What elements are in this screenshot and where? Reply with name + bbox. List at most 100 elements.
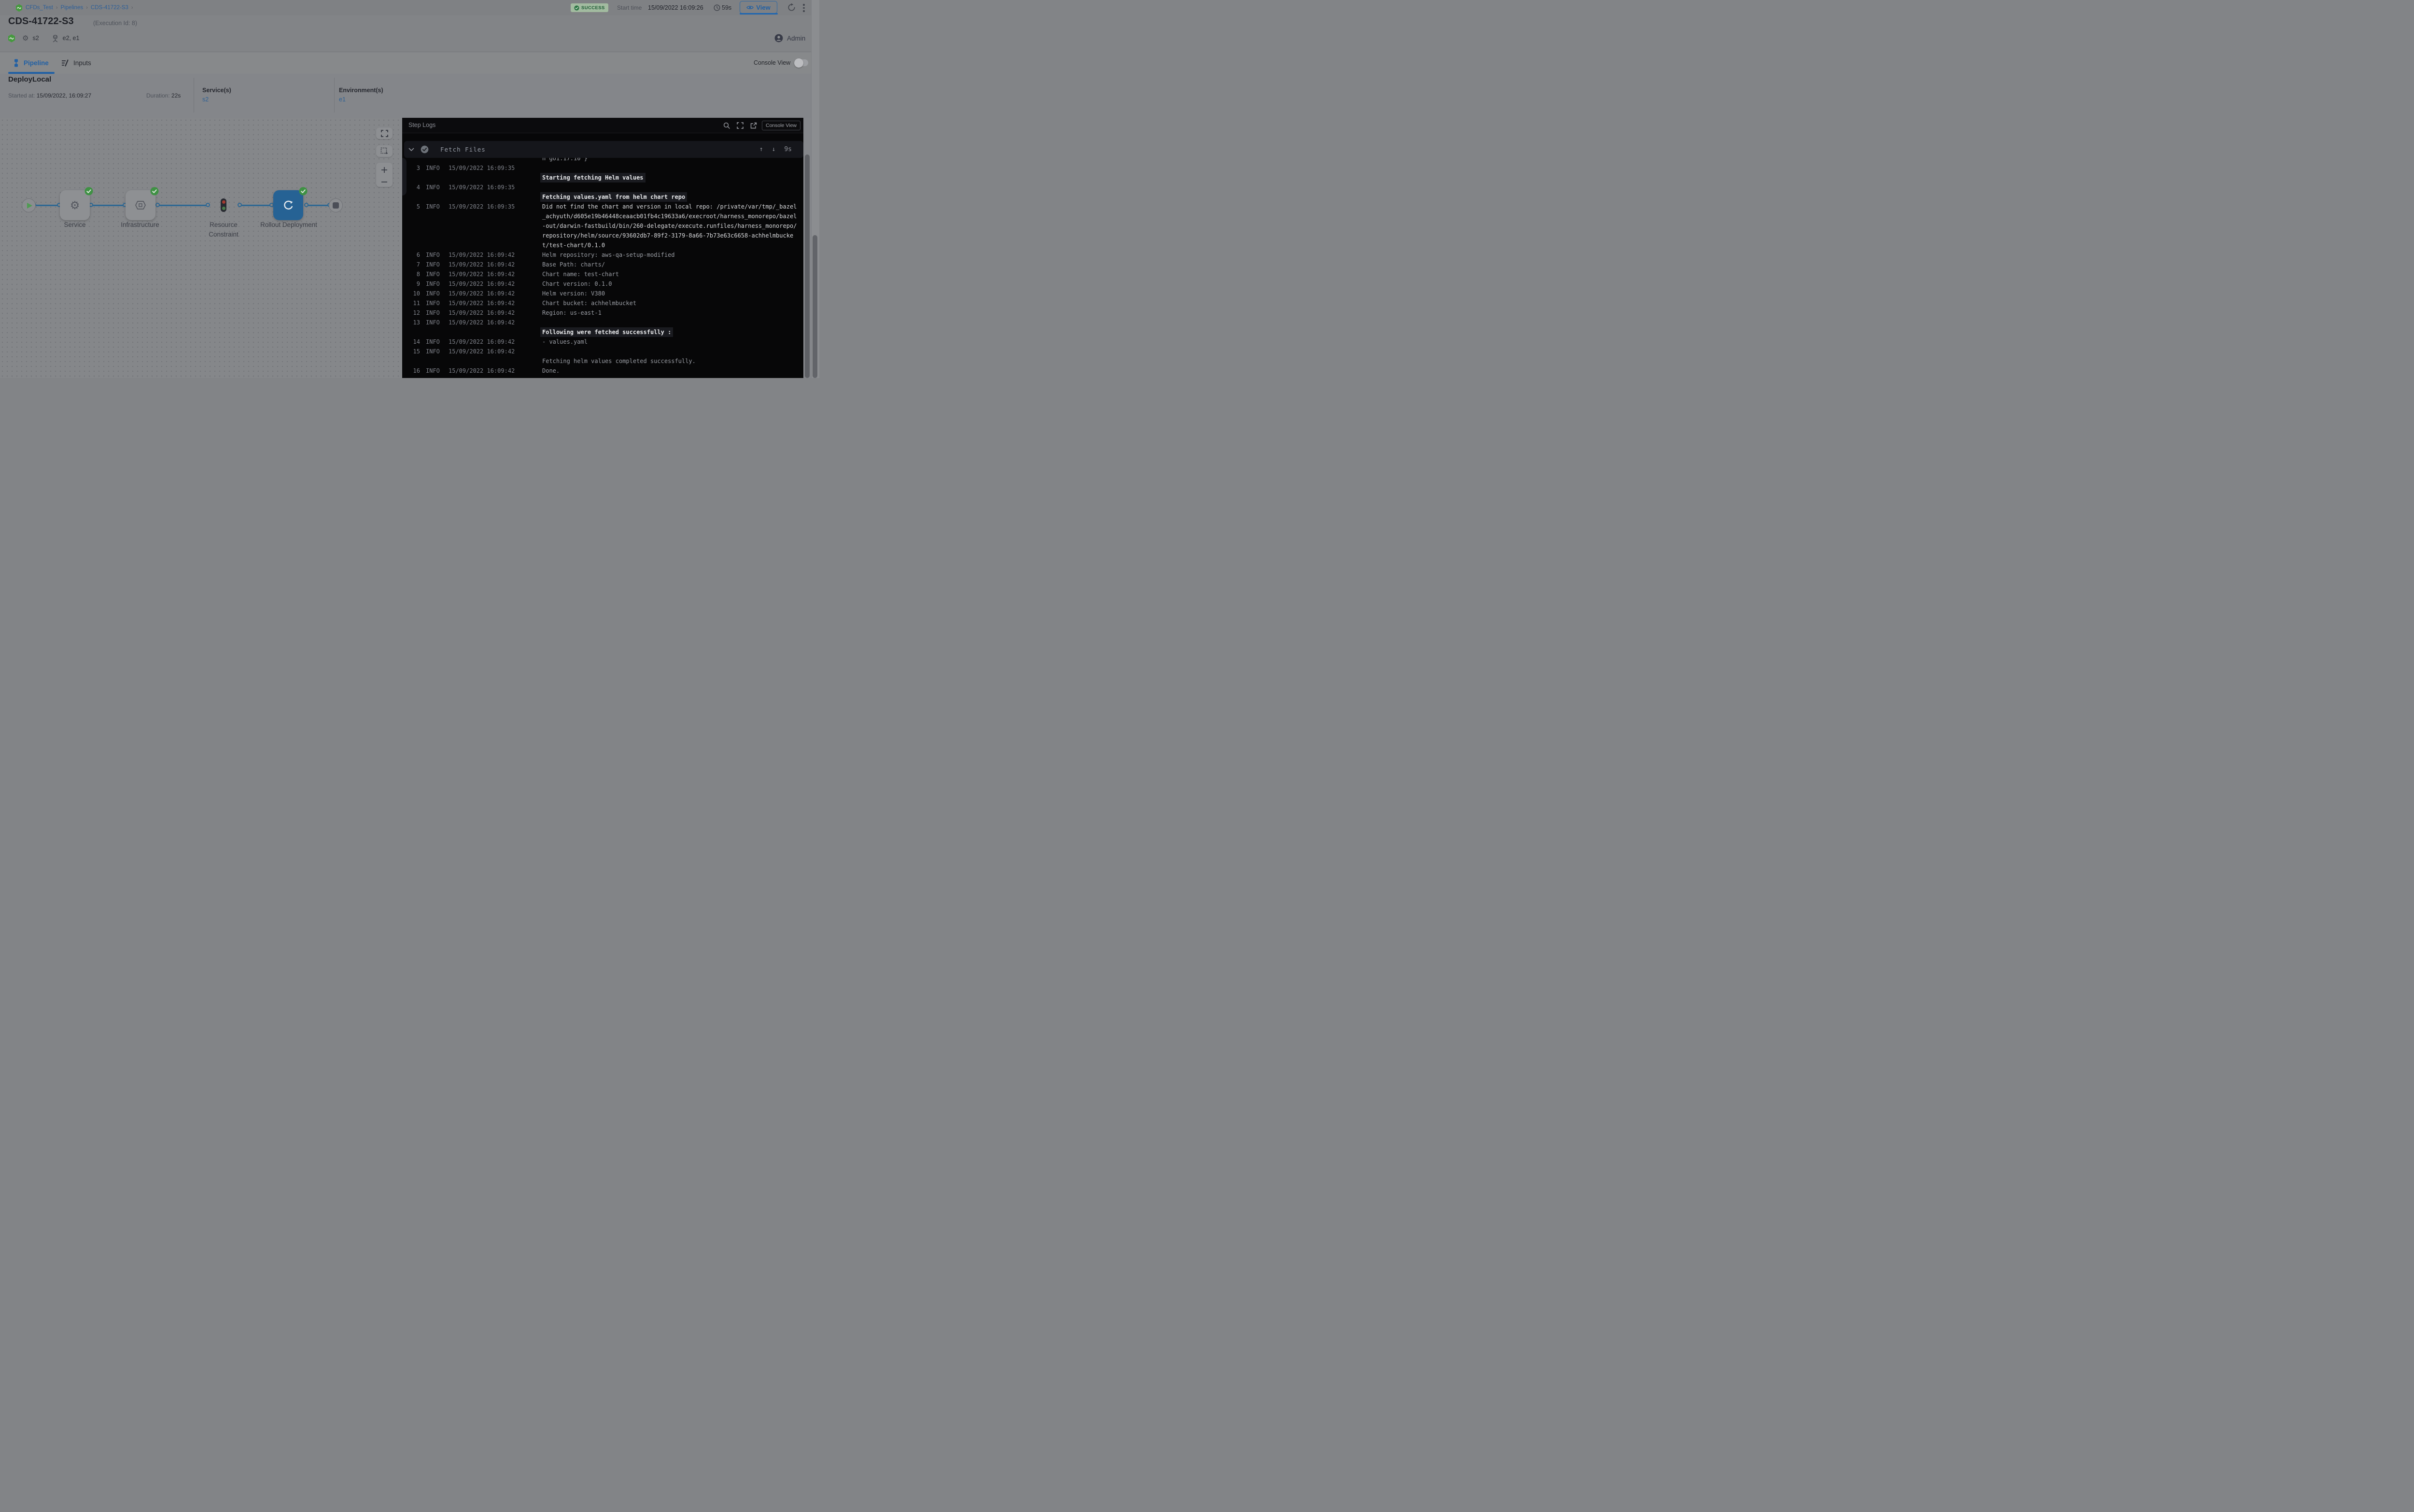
gear-icon: ⚙ [70, 200, 80, 211]
elapsed-time: 59s [722, 4, 731, 11]
log-line: Following were fetched successfully : [402, 327, 803, 337]
scroll-to-bottom-icon[interactable]: ↓ [772, 146, 776, 153]
play-icon [27, 203, 32, 209]
log-rows: n go1.17.10 }3INFO15/09/2022 16:09:35Sta… [402, 154, 803, 376]
environments-label: Environment(s) [339, 87, 383, 94]
breadcrumb-separator: › [56, 5, 58, 11]
services-label: Service(s) [202, 87, 231, 94]
edge-port [304, 203, 309, 207]
log-line: 16INFO15/09/2022 16:09:42Done. [402, 366, 803, 376]
success-check-icon [150, 187, 159, 196]
edge [306, 205, 329, 206]
zoom-in-icon[interactable] [380, 166, 388, 174]
end-node[interactable] [329, 198, 343, 212]
breadcrumb-project[interactable]: CFDs_Test [26, 5, 53, 11]
log-line: 15INFO15/09/2022 16:09:42 [402, 347, 803, 356]
edge-port [155, 203, 160, 207]
avatar [774, 34, 783, 42]
clock-icon [714, 4, 720, 11]
infrastructure-icon [133, 198, 148, 212]
step-log-group-header[interactable]: Fetch Files ↑ ↓ 9s [404, 141, 803, 158]
console-view-toggle[interactable] [795, 59, 808, 66]
log-scrollbar-thumb[interactable] [805, 154, 810, 378]
canvas-fullscreen-button[interactable] [376, 127, 393, 139]
started-at: Started at: 15/09/2022, 16:09:27 [8, 92, 91, 99]
edge [157, 205, 208, 206]
services-value[interactable]: s2 [202, 96, 209, 103]
kebab-menu-icon[interactable] [803, 4, 805, 14]
stop-icon [333, 202, 339, 209]
log-line: Fetching values.yaml from helm chart rep… [402, 192, 803, 202]
user-menu[interactable]: Admin [774, 33, 805, 43]
service-gear-icon: ⚙ [22, 35, 28, 42]
node-label-resource-constraint: Resource Constraint [197, 220, 250, 239]
search-icon[interactable] [723, 122, 730, 129]
log-line: t/test-chart/0.1.0 [402, 240, 803, 250]
scroll-to-top-icon[interactable]: ↑ [759, 146, 763, 153]
breadcrumb-pipeline-name[interactable]: CDS-41722-S3 [91, 5, 128, 11]
open-in-new-icon[interactable] [750, 122, 757, 129]
console-view-control: Console View [754, 52, 808, 73]
stage-name[interactable]: DeployLocal [8, 75, 51, 84]
pipeline-canvas[interactable]: ⚙ Service Infrastructure Resource Constr… [0, 118, 402, 378]
edge [239, 205, 271, 206]
tab-pipeline[interactable]: Pipeline [13, 52, 49, 74]
chevron-down-icon[interactable] [408, 148, 414, 152]
node-label-rollout-deployment: Rollout Deployment [260, 220, 318, 230]
inputs-icon [61, 59, 69, 67]
start-node[interactable] [22, 198, 36, 212]
environment-icon [52, 34, 59, 42]
log-line: -out/darwin-fastbuild/bin/260-delegate/e… [402, 221, 803, 231]
breadcrumb-separator: › [86, 5, 88, 11]
expand-icon[interactable] [737, 122, 744, 129]
breadcrumb-separator: › [131, 5, 133, 11]
console-view-button[interactable]: Console View [762, 121, 800, 130]
log-line: 12INFO15/09/2022 16:09:42Region: us-east… [402, 308, 803, 318]
refresh-icon[interactable] [787, 3, 796, 12]
breadcrumb: CFDs_Test › Pipelines › CDS-41722-S3 › [15, 0, 133, 15]
node-resource-constraint[interactable] [221, 198, 226, 212]
console-view-label: Console View [754, 59, 790, 66]
node-label-infrastructure: Infrastructure [111, 220, 169, 230]
tab-bar: Pipeline Inputs [0, 52, 819, 74]
log-line: 5INFO15/09/2022 16:09:35Did not find the… [402, 202, 803, 211]
tab-inputs[interactable]: Inputs [61, 52, 91, 74]
traffic-red-light [222, 200, 225, 204]
log-line: 3INFO15/09/2022 16:09:35 [402, 163, 803, 173]
log-line: 14INFO15/09/2022 16:09:42- values.yaml [402, 337, 803, 347]
execution-meta-row: ⚙ s2 e2, e1 [8, 33, 79, 43]
edge [91, 205, 125, 206]
log-line: _achyuth/d605e19b46448ceaacb01fb4c19633a… [402, 211, 803, 221]
environment-names[interactable]: e2, e1 [63, 35, 80, 42]
log-line: Fetching helm values completed successfu… [402, 356, 803, 366]
success-check-icon [84, 187, 93, 196]
step-logs-header: Step Logs Console View [402, 118, 803, 133]
pipeline-icon [13, 59, 19, 67]
canvas-fit-selection-button[interactable] [376, 145, 393, 157]
rollout-icon [282, 199, 295, 211]
breadcrumb-pipelines[interactable]: Pipelines [61, 5, 84, 11]
eye-icon [746, 5, 754, 10]
success-check-icon [299, 187, 308, 196]
selection-icon [380, 147, 388, 155]
log-line: repository/helm/source/93602db7-89f2-317… [402, 231, 803, 240]
log-line: 4INFO15/09/2022 16:09:35 [402, 182, 803, 192]
log-line: 10INFO15/09/2022 16:09:42Helm version: V… [402, 289, 803, 298]
environments-value[interactable]: e1 [339, 96, 346, 103]
step-logs-title: Step Logs [408, 122, 435, 128]
edge [34, 205, 59, 206]
node-label-service: Service [51, 220, 99, 230]
page-title: CDS-41722-S3 [8, 16, 74, 27]
step-name: Fetch Files [440, 146, 486, 153]
step-logs-panel: Step Logs Console View Fetch Files [402, 118, 803, 378]
status-badge-label: SUCCESS [581, 5, 605, 11]
view-button-underline [740, 13, 778, 14]
step-duration: 9s [784, 146, 792, 153]
edge-port [206, 203, 210, 207]
page-scrollbar-thumb[interactable] [813, 235, 817, 378]
zoom-out-icon[interactable] [380, 181, 388, 183]
panel-resize-handle[interactable] [402, 158, 407, 196]
check-circle-icon [574, 5, 579, 11]
view-button[interactable]: View [740, 1, 777, 14]
service-name[interactable]: s2 [32, 35, 39, 42]
